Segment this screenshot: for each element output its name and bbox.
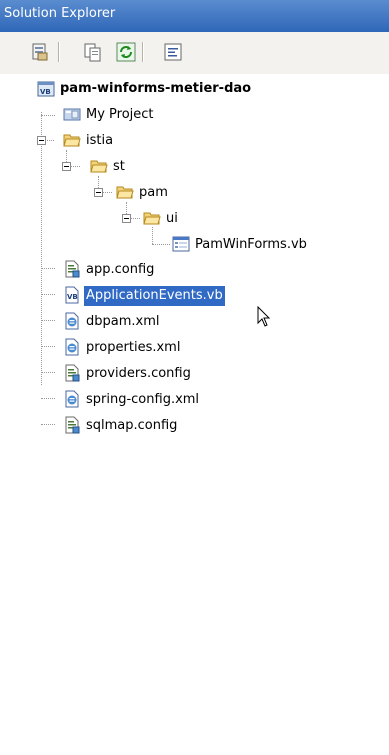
refresh-icon[interactable] — [116, 42, 136, 62]
tree-line — [152, 244, 170, 245]
config-file-icon — [63, 416, 81, 434]
tree-line — [152, 227, 153, 244]
mouse-cursor-icon — [257, 305, 271, 332]
tree-node-sqlmap-config[interactable]: sqlmap.config — [84, 416, 179, 436]
tree-line — [41, 320, 55, 321]
show-all-files-icon[interactable] — [83, 42, 103, 62]
xml-file-icon — [63, 312, 81, 330]
xml-file-icon — [63, 390, 81, 408]
view-code-icon[interactable] — [163, 42, 183, 62]
folder-icon — [143, 209, 161, 227]
tree-node-my-project[interactable]: My Project — [84, 105, 156, 125]
tree-line — [41, 112, 42, 385]
svg-text:VB: VB — [40, 88, 51, 96]
folder-icon — [90, 157, 108, 175]
tree-node-app-config[interactable]: app.config — [84, 260, 156, 280]
xml-file-icon — [63, 338, 81, 356]
tree-line — [41, 268, 55, 269]
folder-icon — [116, 183, 134, 201]
config-file-icon — [63, 364, 81, 382]
tree-line — [41, 424, 55, 425]
properties-icon[interactable] — [30, 42, 50, 62]
toolbar-separator — [142, 42, 144, 62]
config-file-icon — [63, 260, 81, 278]
tree-line — [41, 115, 55, 116]
collapse-toggle[interactable] — [94, 188, 103, 197]
window-title: Solution Explorer — [4, 6, 116, 21]
collapse-toggle[interactable] — [37, 136, 46, 145]
tree-line — [41, 346, 55, 347]
tree-node-pam[interactable]: pam — [137, 183, 170, 203]
solution-explorer-toolbar — [0, 32, 389, 74]
solution-explorer-title-bar: Solution Explorer — [0, 0, 389, 32]
my-project-icon — [63, 105, 81, 123]
tree-line — [41, 398, 55, 399]
tree-node-pamwinforms[interactable]: PamWinForms.vb — [193, 235, 309, 255]
tree-node-project[interactable]: pam-winforms-metier-dao — [58, 79, 253, 99]
svg-text:VB: VB — [67, 293, 78, 301]
tree-line — [102, 192, 112, 193]
vb-file-icon: VB — [63, 286, 81, 304]
tree-node-ui[interactable]: ui — [164, 209, 180, 229]
tree-line — [70, 166, 80, 167]
tree-line — [130, 218, 140, 219]
tree-node-st[interactable]: st — [111, 157, 127, 177]
solution-tree: VB pam-winforms-metier-dao My Project is… — [0, 74, 389, 755]
tree-node-dbpam-xml[interactable]: dbpam.xml — [84, 312, 162, 332]
vb-project-icon: VB — [37, 80, 55, 98]
collapse-toggle[interactable] — [62, 162, 71, 171]
tree-node-istia[interactable]: istia — [84, 131, 115, 151]
folder-icon — [63, 131, 81, 149]
toolbar-separator — [58, 42, 60, 62]
tree-node-providers-config[interactable]: providers.config — [84, 364, 193, 384]
tree-node-application-events[interactable]: ApplicationEvents.vb — [84, 286, 225, 306]
tree-node-properties-xml[interactable]: properties.xml — [84, 338, 182, 358]
tree-line — [41, 372, 55, 373]
tree-line — [41, 294, 55, 295]
tree-node-spring-config-xml[interactable]: spring-config.xml — [84, 390, 201, 410]
collapse-toggle[interactable] — [122, 214, 131, 223]
form-icon — [172, 235, 190, 253]
